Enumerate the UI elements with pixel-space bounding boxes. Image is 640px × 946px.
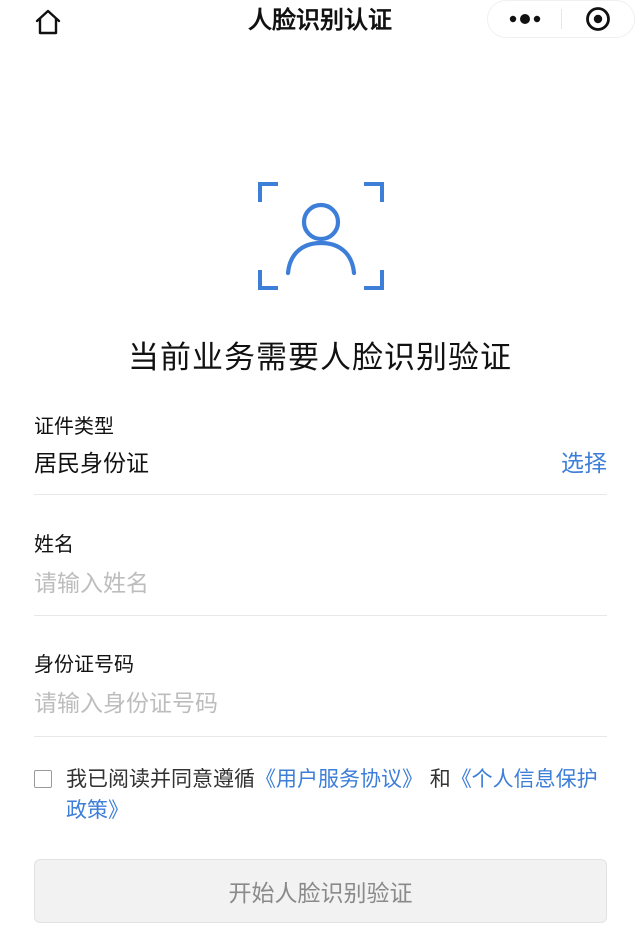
agreement-prefix: 我已阅读并同意遵循 bbox=[66, 767, 255, 791]
target-close-icon bbox=[586, 7, 610, 31]
id-number-field: 身份证号码 请输入身份证号码 bbox=[34, 650, 607, 720]
id-type-value: 居民身份证 bbox=[34, 451, 149, 477]
page-heading: 当前业务需要人脸识别验证 bbox=[128, 340, 512, 376]
id-number-input[interactable]: 请输入身份证号码 bbox=[34, 688, 607, 720]
divider bbox=[34, 615, 607, 616]
menu-capsule bbox=[487, 0, 635, 38]
select-id-type-button[interactable]: 选择 bbox=[561, 448, 607, 480]
name-label: 姓名 bbox=[34, 532, 74, 556]
name-field: 姓名 请输入姓名 bbox=[34, 530, 607, 600]
id-type-field: 证件类型 居民身份证 选择 bbox=[34, 412, 607, 480]
user-agreement-link[interactable]: 《用户服务协议》 bbox=[255, 767, 423, 791]
name-input[interactable]: 请输入姓名 bbox=[34, 568, 607, 600]
start-face-verification-button[interactable]: 开始人脸识别验证 bbox=[34, 859, 607, 923]
id-type-label: 证件类型 bbox=[34, 414, 114, 438]
id-number-label: 身份证号码 bbox=[34, 652, 134, 676]
agreement-checkbox[interactable] bbox=[34, 770, 52, 788]
face-scan-icon bbox=[258, 182, 384, 290]
agreement-text: 我已阅读并同意遵循《用户服务协议》 和《个人信息保护政策》 bbox=[66, 764, 612, 826]
more-button[interactable] bbox=[488, 1, 562, 37]
divider bbox=[34, 494, 607, 495]
close-button[interactable] bbox=[562, 1, 634, 37]
navigation-bar: 人脸识别认证 bbox=[0, 0, 640, 64]
divider bbox=[34, 736, 607, 737]
more-dots-icon bbox=[509, 14, 541, 24]
agreement-conjunction: 和 bbox=[429, 767, 451, 791]
